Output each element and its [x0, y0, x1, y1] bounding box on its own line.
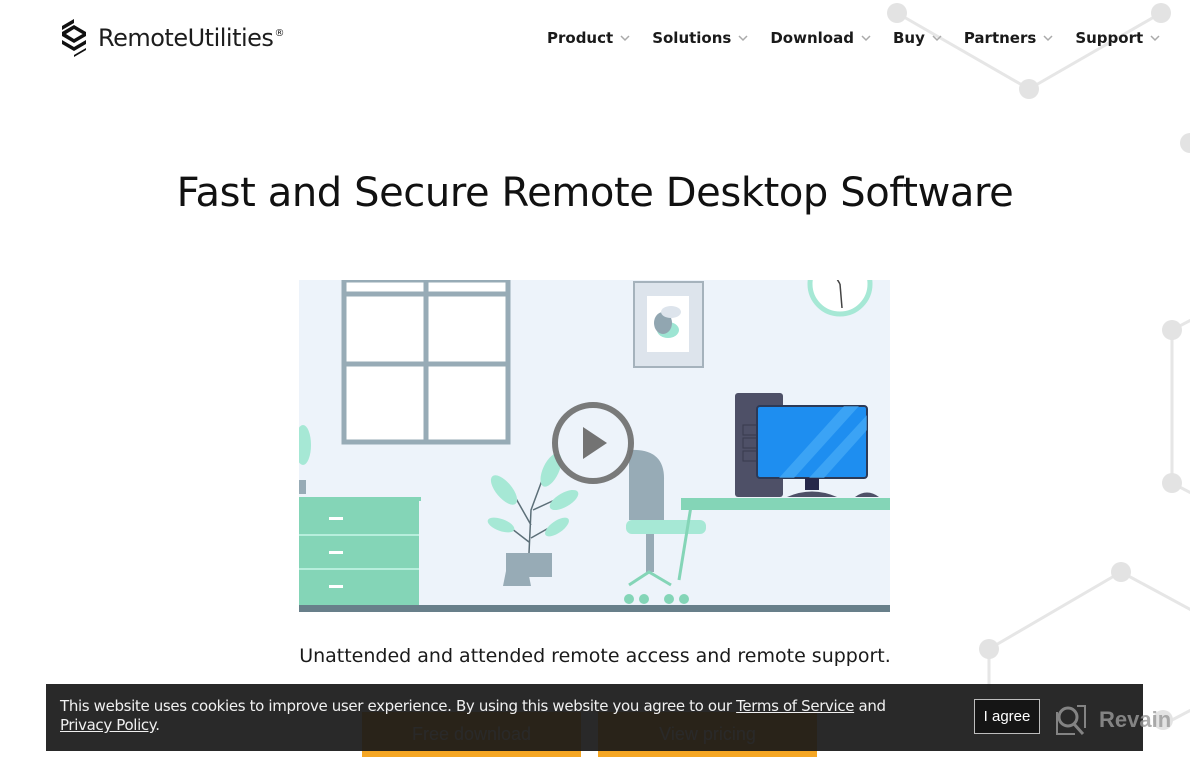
nav-label: Partners: [963, 29, 1037, 47]
chevron-down-icon: [861, 34, 871, 41]
nav-item-buy[interactable]: Buy: [893, 29, 942, 47]
chevron-down-icon: [1043, 34, 1053, 41]
revain-text: Revain: [1099, 707, 1172, 732]
privacy-policy-link[interactable]: Privacy Policy: [60, 716, 156, 734]
chevron-down-icon: [932, 34, 942, 41]
chevron-down-icon: [620, 34, 630, 41]
nav-label: Download: [770, 29, 854, 47]
nav-label: Product: [547, 29, 614, 47]
site-header: RemoteUtilities® Product Solutions Downl…: [0, 0, 1190, 80]
nav-item-product[interactable]: Product: [547, 29, 630, 47]
cookie-text: This website uses cookies to improve use…: [60, 697, 737, 715]
hero-subtitle: Unattended and attended remote access an…: [299, 645, 891, 667]
page-title: Fast and Secure Remote Desktop Software: [176, 170, 1014, 216]
cookie-banner: This website uses cookies to improve use…: [46, 684, 1143, 751]
cookie-text: and: [854, 697, 887, 715]
intro-video-player[interactable]: [299, 280, 890, 612]
nav-label: Support: [1075, 29, 1144, 47]
chevron-down-icon: [1150, 34, 1160, 41]
main-nav: Product Solutions Download Buy Partners …: [547, 29, 1182, 47]
i-agree-button[interactable]: I agree: [974, 699, 1040, 734]
cookie-text: .: [155, 716, 160, 734]
nav-item-support[interactable]: Support: [1075, 29, 1160, 47]
logo-text: RemoteUtilities®: [98, 24, 284, 52]
window-illustration: [341, 280, 511, 445]
remote-utilities-logo-icon: [62, 19, 86, 57]
nav-item-solutions[interactable]: Solutions: [652, 29, 748, 47]
nav-label: Solutions: [652, 29, 732, 47]
cookie-message: This website uses cookies to improve use…: [60, 697, 940, 735]
nav-item-partners[interactable]: Partners: [964, 29, 1053, 47]
revain-watermark: Revain: [1055, 704, 1171, 736]
chevron-down-icon: [738, 34, 748, 41]
logo[interactable]: RemoteUtilities®: [58, 17, 284, 59]
nav-label: Buy: [892, 29, 925, 47]
office-illustration: [299, 280, 890, 612]
picture-frame-illustration: [633, 281, 704, 368]
revain-logo-icon: [1056, 705, 1086, 736]
nav-item-download[interactable]: Download: [770, 29, 871, 47]
terms-of-service-link[interactable]: Terms of Service: [736, 697, 854, 715]
drawer-illustration: [299, 497, 421, 606]
